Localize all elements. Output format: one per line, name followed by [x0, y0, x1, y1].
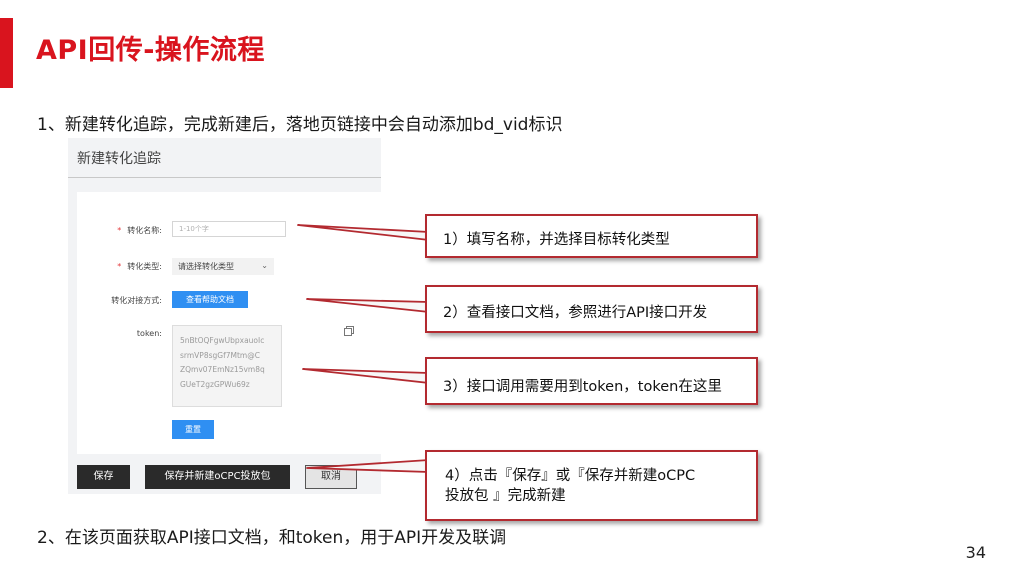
pointer-3: [302, 368, 430, 384]
page-number: 34: [965, 543, 986, 562]
pointer-4: [306, 459, 430, 473]
callout-4: 4）点击『保存』或『保存并新建oCPC 投放包 』完成新建: [425, 450, 758, 521]
callout-4-line-1: 4）点击『保存』或『保存并新建oCPC: [445, 468, 696, 484]
callout-1: 1）填写名称，并选择目标转化类型: [425, 214, 758, 258]
callout-3: 3）接口调用需要用到token，token在这里: [425, 357, 758, 405]
callout-4-line-2: 投放包 』完成新建: [445, 488, 566, 504]
pointer-2: [306, 298, 430, 313]
step-2-text: 2、在该页面获取API接口文档，和token，用于API开发及联调: [37, 528, 507, 548]
pointer-1: [297, 224, 430, 241]
callout-2: 2）查看接口文档，参照进行API接口开发: [425, 285, 758, 333]
